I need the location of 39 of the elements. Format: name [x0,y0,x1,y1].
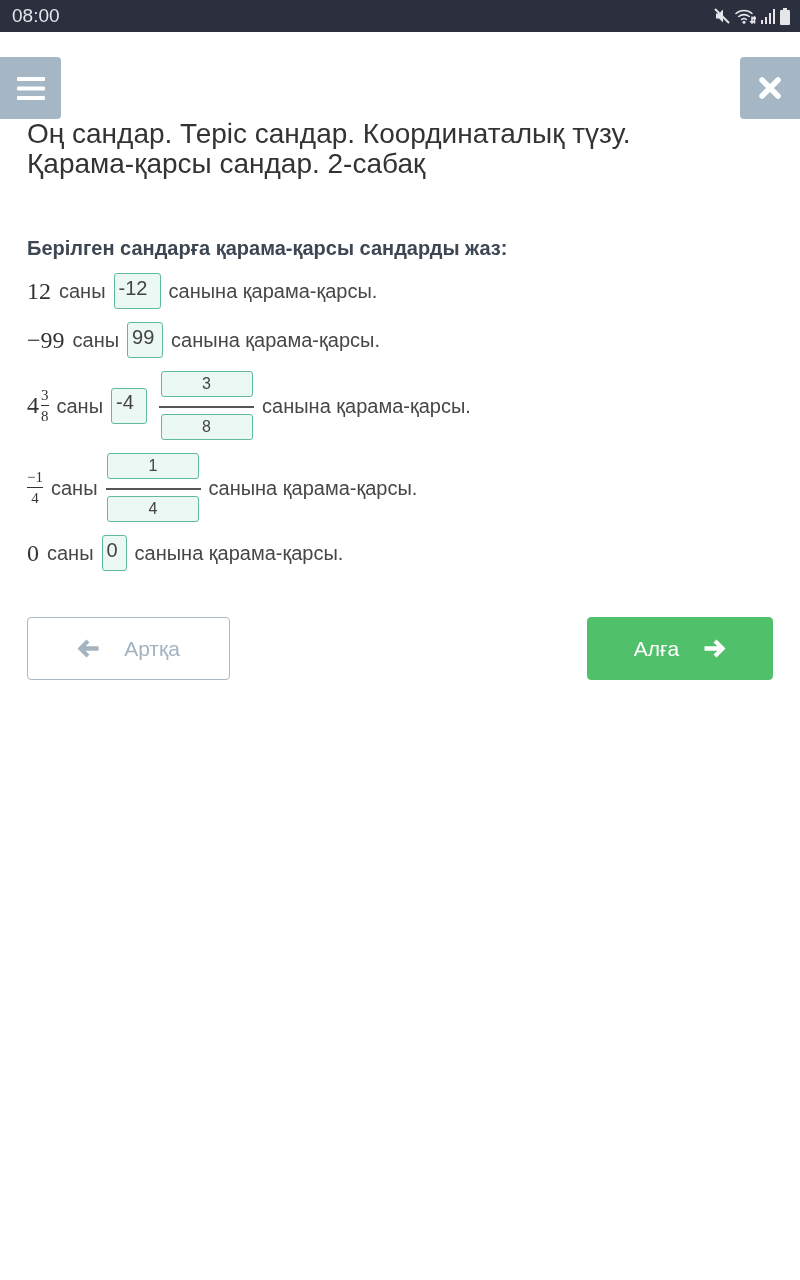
answer-field[interactable]: -12 [113,273,161,309]
mute-icon [714,8,730,24]
close-button[interactable] [740,57,800,119]
status-time: 08:00 [12,5,60,27]
answer-field[interactable]: 0 [101,535,127,571]
menu-button[interactable] [0,57,61,119]
whole-number-field[interactable]: -4 [111,387,148,424]
close-icon [759,77,781,99]
wifi-icon [735,8,756,24]
denominator-field[interactable]: 8 [160,414,253,440]
menu-icon [16,76,45,100]
signal-icon [761,8,775,24]
denominator-field[interactable]: 4 [107,496,199,522]
sentence-text: саны [56,393,104,418]
math-number: 0 [27,539,39,567]
fraction-denominator: 4 [31,490,39,506]
right-arrow-icon [704,639,727,658]
sentence-text: саны [50,475,98,500]
sentence-text: санына қарама-қарсы. [168,279,378,303]
math-number: 12 [27,277,51,305]
fraction-numerator: 3 [41,387,49,403]
sentence-text: санына қарама-қарсы. [208,475,418,500]
sentence-text: санына қарама-қарсы. [134,541,344,565]
sentence-text: саны [72,328,120,352]
fraction-denominator: 8 [41,408,49,424]
left-arrow-icon [77,639,100,658]
math-number: 4 [27,392,39,419]
fraction-numerator: −1 [27,469,43,485]
numerator-field[interactable]: 3 [160,371,253,397]
sentence-text: санына қарама-қарсы. [262,393,471,418]
lesson-title: Оң сандар. Теріс сандар. Координаталық түзу. Қарама-қарсы сандар. 2-сабақ [26,119,632,179]
numerator-field[interactable]: 1 [107,453,199,479]
question-prompt: Берілген сандарға қарама-қарсы сандарды жаз: [27,236,509,260]
battery-icon [780,7,790,25]
sentence-text: саны [47,541,94,565]
sentence-text: саны [59,279,106,303]
answer-field[interactable]: 99 [127,322,164,358]
sentence-text: санына қарама-қарсы. [171,328,380,352]
math-number: −99 [27,326,65,354]
